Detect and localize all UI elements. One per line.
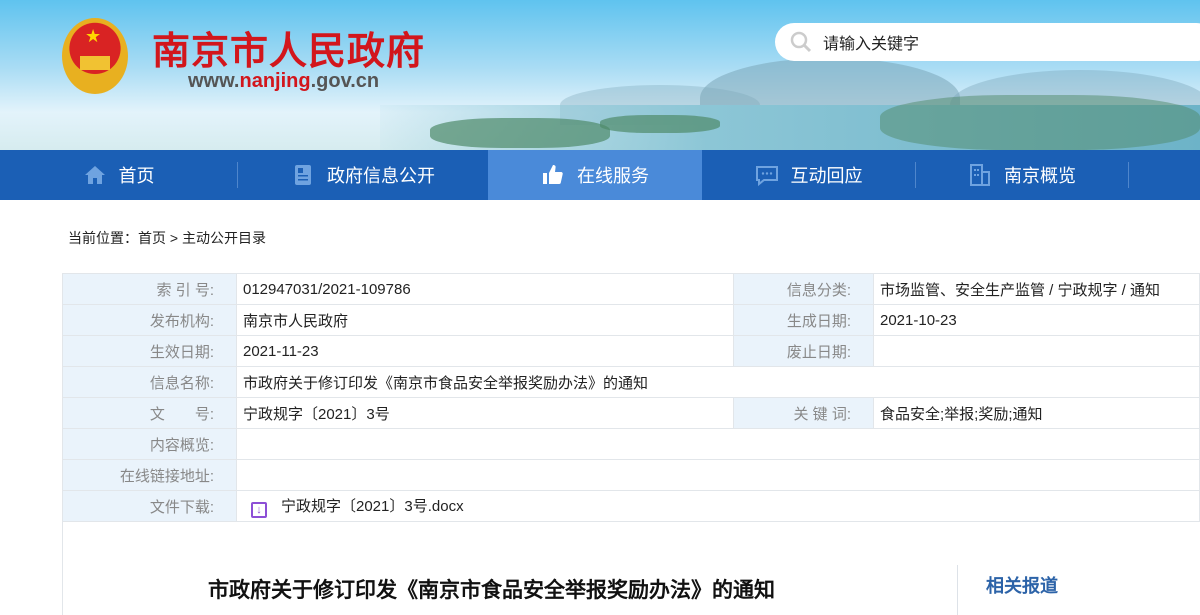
nav-online-service[interactable]: 在线服务 bbox=[488, 150, 702, 200]
main-nav: 首页 政府信息公开 在线服务 互动回应 南京概览 bbox=[0, 150, 1200, 200]
download-link[interactable]: 宁政规字〔2021〕3号.docx bbox=[281, 498, 464, 515]
national-emblem-logo: ★ bbox=[62, 18, 128, 94]
search-input[interactable]: 请输入关键字 bbox=[775, 23, 1200, 61]
chat-icon bbox=[755, 166, 778, 187]
search-icon[interactable] bbox=[789, 30, 813, 54]
table-row: 文件下载: ↓ 宁政规字〔2021〕3号.docx bbox=[62, 490, 1200, 522]
keywords: 食品安全;举报;奖励;通知 bbox=[873, 397, 1200, 429]
breadcrumb: 当前位置：首页 > 主动公开目录 bbox=[68, 230, 266, 246]
file-download[interactable]: ↓ 宁政规字〔2021〕3号.docx bbox=[236, 490, 1200, 522]
document-metadata-table: 索 引 号: 012947031/2021-109786 信息分类: 市场监管、安全… bbox=[62, 273, 1200, 522]
home-icon bbox=[84, 166, 105, 184]
site-title[interactable]: 南京市人民政府 bbox=[152, 20, 425, 75]
effective-date: 2021-11-23 bbox=[236, 335, 734, 367]
nav-nanjing-overview[interactable]: 南京概览 bbox=[916, 150, 1128, 200]
table-row: 发布机构: 南京市人民政府 生成日期: 2021-10-23 bbox=[62, 304, 1200, 336]
article-title: 市政府关于修订印发《南京市食品安全举报奖励办法》的通知 bbox=[208, 579, 775, 602]
document-number: 宁政规字〔2021〕3号 bbox=[236, 397, 734, 429]
building-icon bbox=[970, 164, 990, 186]
header-banner: ★ 南京市人民政府 www.nanjing.gov.cn 请输入关键字 bbox=[0, 0, 1200, 150]
breadcrumb-home[interactable]: 首页 bbox=[138, 230, 166, 246]
nav-interaction[interactable]: 互动回应 bbox=[702, 150, 915, 200]
site-url: www.nanjing.gov.cn bbox=[188, 70, 380, 92]
created-date: 2021-10-23 bbox=[873, 304, 1200, 336]
expired-date bbox=[873, 335, 1200, 367]
related-reports-heading: 相关报道 bbox=[986, 576, 1058, 596]
table-row: 内容概览: bbox=[62, 428, 1200, 460]
index-number: 012947031/2021-109786 bbox=[236, 273, 734, 305]
nav-home[interactable]: 首页 bbox=[0, 150, 237, 200]
info-name: 市政府关于修订印发《南京市食品安全举报奖励办法》的通知 bbox=[236, 366, 1200, 398]
document-icon bbox=[295, 165, 311, 185]
table-row: 文 号: 宁政规字〔2021〕3号 关 键 词: 食品安全;举报;奖励;通知 bbox=[62, 397, 1200, 429]
summary bbox=[236, 428, 1200, 460]
search-placeholder: 请输入关键字 bbox=[823, 36, 920, 53]
sidebar-divider bbox=[957, 565, 958, 615]
publisher: 南京市人民政府 bbox=[236, 304, 734, 336]
table-row: 信息名称: 市政府关于修订印发《南京市食品安全举报奖励办法》的通知 bbox=[62, 366, 1200, 398]
nav-gov-info[interactable]: 政府信息公开 bbox=[238, 150, 488, 200]
table-row: 索 引 号: 012947031/2021-109786 信息分类: 市场监管、安全… bbox=[62, 273, 1200, 305]
online-link[interactable] bbox=[236, 459, 1200, 491]
table-row: 在线链接地址: bbox=[62, 459, 1200, 491]
table-row: 生效日期: 2021-11-23 废止日期: bbox=[62, 335, 1200, 367]
category: 市场监管、安全生产监管 / 宁政规字 / 通知 bbox=[873, 273, 1200, 305]
breadcrumb-current[interactable]: 主动公开目录 bbox=[182, 230, 266, 246]
thumbs-up-icon bbox=[543, 165, 563, 184]
download-icon[interactable]: ↓ bbox=[251, 501, 267, 518]
